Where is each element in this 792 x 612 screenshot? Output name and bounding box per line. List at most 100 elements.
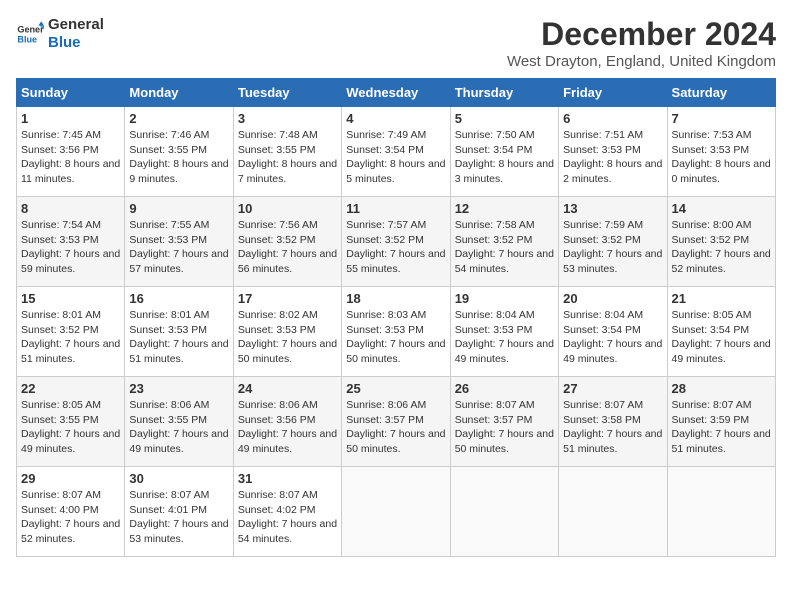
daylight: Daylight: 7 hours and 54 minutes. (238, 517, 337, 546)
day-number: 12 (455, 201, 554, 216)
day-number: 29 (21, 471, 120, 486)
sunrise: Sunrise: 8:02 AM (238, 308, 337, 323)
col-tuesday: Tuesday (233, 79, 341, 107)
day-info: Sunrise: 7:54 AM Sunset: 3:53 PM Dayligh… (21, 218, 120, 277)
day-number: 23 (129, 381, 228, 396)
sunrise: Sunrise: 7:55 AM (129, 218, 228, 233)
calendar-cell: 23 Sunrise: 8:06 AM Sunset: 3:55 PM Dayl… (125, 377, 233, 467)
day-number: 13 (563, 201, 662, 216)
sunset: Sunset: 3:52 PM (563, 233, 662, 248)
day-number: 2 (129, 111, 228, 126)
calendar-body: 1 Sunrise: 7:45 AM Sunset: 3:56 PM Dayli… (17, 107, 776, 557)
daylight: Daylight: 8 hours and 3 minutes. (455, 157, 554, 186)
calendar-cell: 30 Sunrise: 8:07 AM Sunset: 4:01 PM Dayl… (125, 467, 233, 557)
daylight: Daylight: 7 hours and 53 minutes. (129, 517, 228, 546)
calendar-cell: 7 Sunrise: 7:53 AM Sunset: 3:53 PM Dayli… (667, 107, 775, 197)
sunset: Sunset: 3:58 PM (563, 413, 662, 428)
title-area: December 2024 West Drayton, England, Uni… (507, 16, 776, 70)
daylight: Daylight: 7 hours and 55 minutes. (346, 247, 445, 276)
day-info: Sunrise: 8:03 AM Sunset: 3:53 PM Dayligh… (346, 308, 445, 367)
sunrise: Sunrise: 8:07 AM (563, 398, 662, 413)
day-number: 16 (129, 291, 228, 306)
sunset: Sunset: 3:54 PM (455, 143, 554, 158)
sunrise: Sunrise: 7:58 AM (455, 218, 554, 233)
calendar-cell: 1 Sunrise: 7:45 AM Sunset: 3:56 PM Dayli… (17, 107, 125, 197)
day-info: Sunrise: 8:07 AM Sunset: 3:59 PM Dayligh… (672, 398, 771, 457)
day-info: Sunrise: 8:01 AM Sunset: 3:53 PM Dayligh… (129, 308, 228, 367)
col-monday: Monday (125, 79, 233, 107)
daylight: Daylight: 8 hours and 9 minutes. (129, 157, 228, 186)
calendar-row: 8 Sunrise: 7:54 AM Sunset: 3:53 PM Dayli… (17, 197, 776, 287)
day-number: 14 (672, 201, 771, 216)
day-info: Sunrise: 8:04 AM Sunset: 3:53 PM Dayligh… (455, 308, 554, 367)
sunset: Sunset: 4:01 PM (129, 503, 228, 518)
day-info: Sunrise: 7:51 AM Sunset: 3:53 PM Dayligh… (563, 128, 662, 187)
calendar-cell: 15 Sunrise: 8:01 AM Sunset: 3:52 PM Dayl… (17, 287, 125, 377)
day-number: 11 (346, 201, 445, 216)
sunset: Sunset: 3:53 PM (346, 323, 445, 338)
day-number: 17 (238, 291, 337, 306)
day-info: Sunrise: 7:53 AM Sunset: 3:53 PM Dayligh… (672, 128, 771, 187)
sunset: Sunset: 3:54 PM (563, 323, 662, 338)
calendar-row: 1 Sunrise: 7:45 AM Sunset: 3:56 PM Dayli… (17, 107, 776, 197)
daylight: Daylight: 7 hours and 50 minutes. (346, 337, 445, 366)
day-info: Sunrise: 8:06 AM Sunset: 3:55 PM Dayligh… (129, 398, 228, 457)
sunset: Sunset: 3:55 PM (129, 413, 228, 428)
sunset: Sunset: 3:57 PM (455, 413, 554, 428)
sunrise: Sunrise: 8:06 AM (129, 398, 228, 413)
calendar-cell: 19 Sunrise: 8:04 AM Sunset: 3:53 PM Dayl… (450, 287, 558, 377)
sunset: Sunset: 3:52 PM (455, 233, 554, 248)
sunrise: Sunrise: 7:56 AM (238, 218, 337, 233)
day-info: Sunrise: 8:07 AM Sunset: 3:57 PM Dayligh… (455, 398, 554, 457)
sunrise: Sunrise: 8:00 AM (672, 218, 771, 233)
day-info: Sunrise: 7:48 AM Sunset: 3:55 PM Dayligh… (238, 128, 337, 187)
daylight: Daylight: 8 hours and 5 minutes. (346, 157, 445, 186)
calendar-cell: 11 Sunrise: 7:57 AM Sunset: 3:52 PM Dayl… (342, 197, 450, 287)
sunset: Sunset: 3:55 PM (238, 143, 337, 158)
sunrise: Sunrise: 8:07 AM (21, 488, 120, 503)
sunrise: Sunrise: 8:07 AM (129, 488, 228, 503)
day-number: 7 (672, 111, 771, 126)
daylight: Daylight: 7 hours and 49 minutes. (672, 337, 771, 366)
col-wednesday: Wednesday (342, 79, 450, 107)
sunset: Sunset: 3:59 PM (672, 413, 771, 428)
calendar-cell (559, 467, 667, 557)
day-number: 25 (346, 381, 445, 396)
day-info: Sunrise: 7:55 AM Sunset: 3:53 PM Dayligh… (129, 218, 228, 277)
sunrise: Sunrise: 8:04 AM (455, 308, 554, 323)
day-number: 9 (129, 201, 228, 216)
sunset: Sunset: 3:56 PM (238, 413, 337, 428)
day-number: 8 (21, 201, 120, 216)
day-number: 30 (129, 471, 228, 486)
day-number: 28 (672, 381, 771, 396)
day-info: Sunrise: 8:05 AM Sunset: 3:55 PM Dayligh… (21, 398, 120, 457)
daylight: Daylight: 7 hours and 56 minutes. (238, 247, 337, 276)
sunset: Sunset: 3:52 PM (21, 323, 120, 338)
sunset: Sunset: 3:53 PM (21, 233, 120, 248)
calendar-cell: 17 Sunrise: 8:02 AM Sunset: 3:53 PM Dayl… (233, 287, 341, 377)
daylight: Daylight: 7 hours and 51 minutes. (563, 427, 662, 456)
day-info: Sunrise: 7:59 AM Sunset: 3:52 PM Dayligh… (563, 218, 662, 277)
calendar-cell: 10 Sunrise: 7:56 AM Sunset: 3:52 PM Dayl… (233, 197, 341, 287)
day-info: Sunrise: 7:49 AM Sunset: 3:54 PM Dayligh… (346, 128, 445, 187)
sunset: Sunset: 3:56 PM (21, 143, 120, 158)
day-number: 19 (455, 291, 554, 306)
sunset: Sunset: 4:02 PM (238, 503, 337, 518)
calendar-cell: 5 Sunrise: 7:50 AM Sunset: 3:54 PM Dayli… (450, 107, 558, 197)
calendar-cell: 4 Sunrise: 7:49 AM Sunset: 3:54 PM Dayli… (342, 107, 450, 197)
sunrise: Sunrise: 8:01 AM (21, 308, 120, 323)
day-number: 18 (346, 291, 445, 306)
sunset: Sunset: 3:53 PM (129, 233, 228, 248)
calendar-row: 22 Sunrise: 8:05 AM Sunset: 3:55 PM Dayl… (17, 377, 776, 467)
sunset: Sunset: 3:52 PM (346, 233, 445, 248)
sunset: Sunset: 3:53 PM (129, 323, 228, 338)
day-number: 6 (563, 111, 662, 126)
day-info: Sunrise: 7:58 AM Sunset: 3:52 PM Dayligh… (455, 218, 554, 277)
svg-text:Blue: Blue (17, 34, 37, 44)
sunset: Sunset: 3:54 PM (672, 323, 771, 338)
sunrise: Sunrise: 8:07 AM (672, 398, 771, 413)
calendar-cell (450, 467, 558, 557)
sunset: Sunset: 4:00 PM (21, 503, 120, 518)
svg-text:General: General (17, 25, 44, 35)
sunrise: Sunrise: 7:49 AM (346, 128, 445, 143)
